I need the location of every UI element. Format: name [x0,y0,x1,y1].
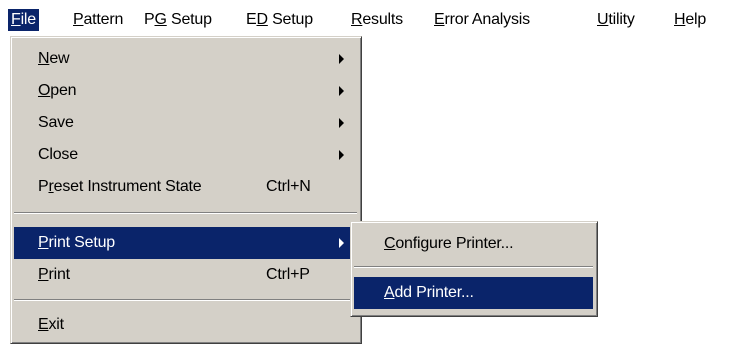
submenu-item-configure-printer[interactable]: Configure Printer... [354,228,593,260]
menu-item-preset-instrument-state[interactable]: Preset Instrument State Ctrl+N [14,171,357,203]
menu-pattern[interactable]: Pattern [70,9,126,31]
menu-item-preset-prefix: P [38,178,49,195]
menu-item-print-setup-mnemonic: P [38,234,49,251]
menu-item-new-label: ew [49,50,70,67]
menu-item-new[interactable]: New [14,43,357,75]
menu-results-mnemonic: R [351,11,363,28]
menu-item-open-text: Open [38,75,77,107]
menu-item-print-setup-text: Print Setup [38,227,115,259]
submenu-item-configure-text: Configure Printer... [384,228,514,260]
menu-item-new-text: New [38,43,70,75]
menu-help-mnemonic: H [674,11,686,28]
menu-ed-setup-mnemonic: D [256,11,268,28]
menu-item-exit[interactable]: Exit [14,309,357,341]
menu-help[interactable]: Help [671,9,709,31]
menu-utility[interactable]: Utility [594,9,638,31]
menu-item-print-mnemonic: P [38,266,49,283]
menu-help-label: elp [685,11,707,28]
menu-ed-setup-prefix: E [246,11,257,28]
menu-separator [14,212,357,214]
submenu-item-add-mnemonic: A [384,284,395,301]
menu-pattern-label: attern [83,11,124,28]
menu-item-exit-mnemonic: E [38,316,49,333]
menu-item-print-setup[interactable]: Print Setup [14,227,357,259]
menu-pg-setup-mnemonic: G [154,11,167,28]
submenu-item-configure-mnemonic: C [384,235,396,252]
menu-separator [354,266,593,268]
menu-bar: File Pattern PG Setup ED Setup Results E… [0,0,740,36]
menu-results[interactable]: Results [348,9,406,31]
menu-item-exit-text: Exit [38,309,64,341]
menu-file[interactable]: File [8,9,39,31]
triangle-right-icon [339,150,344,160]
menu-item-open-mnemonic: O [38,82,51,99]
menu-error-analysis-label: rror Analysis [444,11,530,28]
menu-item-print-setup-label: rint Setup [48,234,115,251]
menu-item-preset-label: eset Instrument State [53,178,202,195]
menu-file-mnemonic: F [11,11,21,28]
triangle-right-icon [339,86,344,96]
menu-item-new-mnemonic: N [38,50,50,67]
menu-pattern-mnemonic: P [73,11,84,28]
menu-item-close-label: Close [38,146,78,163]
menu-ed-setup[interactable]: ED Setup [243,9,316,31]
menu-item-exit-label: xit [48,316,64,333]
menu-pg-setup[interactable]: PG Setup [141,9,215,31]
submenu-item-add-label: dd Printer... [394,284,474,301]
menu-ed-setup-label: Setup [267,11,313,28]
triangle-right-icon [339,54,344,64]
menu-item-print[interactable]: Print Ctrl+P [14,259,357,291]
menu-item-print-shortcut: Ctrl+P [266,266,310,283]
submenu-item-add-printer[interactable]: Add Printer... [354,277,593,309]
menu-pg-setup-prefix: P [144,11,155,28]
menu-item-save[interactable]: Save [14,107,357,139]
triangle-right-icon [339,118,344,128]
menu-error-analysis-mnemonic: E [434,11,445,28]
menu-item-save-label: Save [38,114,74,131]
submenu-item-add-text: Add Printer... [384,277,474,309]
file-menu: New Open Save Close Preset Instrument St… [10,36,362,344]
menu-item-preset-text: Preset Instrument State [38,171,202,203]
triangle-right-icon [339,238,344,248]
menu-item-preset-shortcut: Ctrl+N [266,178,311,195]
menu-utility-mnemonic: U [597,11,609,28]
menu-pg-setup-label: Setup [166,11,212,28]
menu-item-close[interactable]: Close [14,139,357,171]
menu-file-label: ile [20,11,37,28]
menu-separator [14,299,357,301]
submenu-item-configure-label: onfigure Printer... [395,235,514,252]
menu-item-open-label: pen [50,82,77,99]
menu-utility-label: tility [608,11,635,28]
menu-results-label: esults [362,11,403,28]
menu-item-open[interactable]: Open [14,75,357,107]
menu-error-analysis[interactable]: Error Analysis [431,9,533,31]
menu-item-print-text: Print [38,259,70,291]
menu-item-print-label: rint [48,266,70,283]
print-setup-submenu: Configure Printer... Add Printer... [350,221,598,317]
